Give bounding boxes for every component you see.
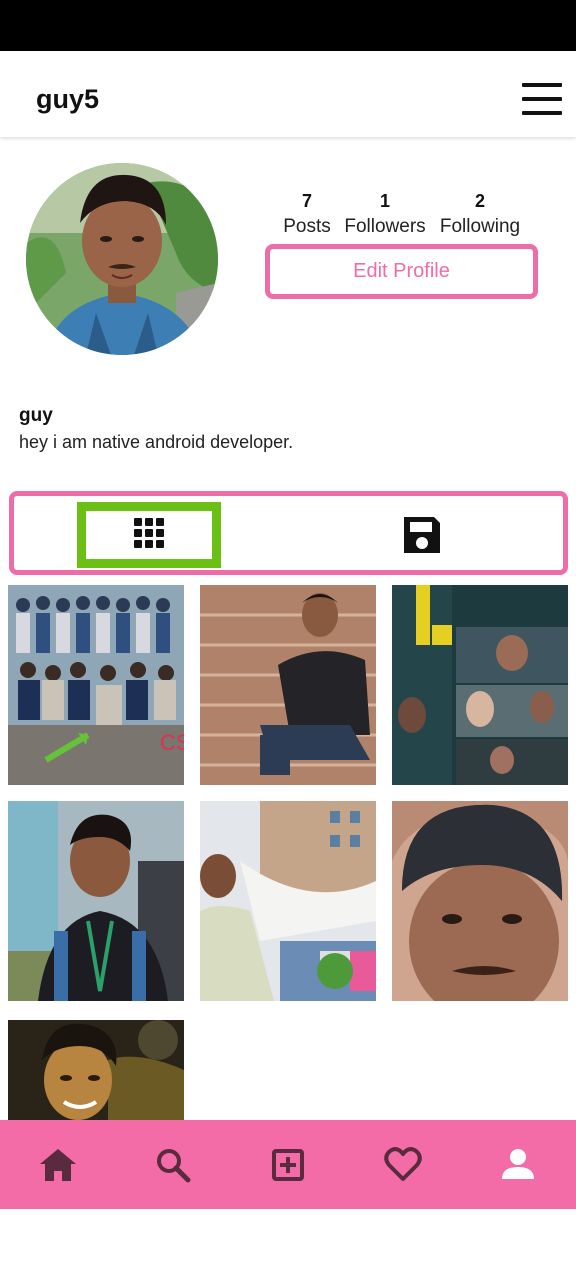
followers-count: 1	[379, 191, 390, 211]
edit-profile-button[interactable]: Edit Profile	[265, 244, 538, 299]
nav-home[interactable]	[34, 1141, 82, 1189]
post-thumbnail[interactable]	[392, 585, 568, 785]
post-thumbnail[interactable]: CS	[8, 585, 184, 785]
profile-bio: hey i am native android developer.	[19, 432, 294, 452]
stat-followers[interactable]: 1 Followers	[340, 190, 430, 242]
profile-name: guy	[19, 405, 53, 426]
profile-avatar[interactable]	[26, 163, 218, 355]
profile-tab-bar	[9, 491, 568, 575]
posts-label: Posts	[283, 216, 331, 237]
save-icon	[404, 517, 440, 553]
nav-profile[interactable]	[494, 1141, 542, 1189]
app-bar: guy5	[0, 51, 576, 137]
tab-saved[interactable]	[392, 509, 452, 561]
status-bar	[0, 0, 576, 51]
tab-posts-grid[interactable]	[77, 502, 221, 568]
posts-count: 7	[301, 191, 312, 211]
following-label: Following	[439, 216, 521, 237]
post-thumbnail[interactable]	[200, 585, 376, 785]
heart-icon	[384, 1147, 422, 1181]
following-count: 2	[474, 191, 485, 211]
grid-icon	[134, 518, 164, 548]
profile-icon	[502, 1149, 534, 1179]
post-thumbnail[interactable]	[200, 801, 376, 1001]
post-thumbnail[interactable]	[8, 1020, 184, 1120]
post-thumbnail[interactable]	[8, 801, 184, 1001]
stat-posts[interactable]: 7 Posts	[276, 190, 338, 242]
bottom-navigation	[0, 1120, 576, 1209]
hamburger-menu-icon[interactable]	[516, 79, 568, 119]
post-thumbnail[interactable]	[392, 801, 568, 1001]
nav-search[interactable]	[149, 1141, 197, 1189]
app-title: guy5	[36, 84, 100, 114]
profile-stats: 7 Posts 1 Followers 2 Following	[276, 190, 526, 240]
svg-text:CS: CS	[160, 730, 184, 755]
nav-activity[interactable]	[379, 1141, 427, 1189]
followers-label: Followers	[344, 216, 426, 237]
add-post-icon	[272, 1149, 304, 1181]
search-icon	[157, 1149, 191, 1183]
nav-add-post[interactable]	[264, 1141, 312, 1189]
stat-following[interactable]: 2 Following	[434, 190, 526, 242]
home-icon	[40, 1149, 76, 1181]
